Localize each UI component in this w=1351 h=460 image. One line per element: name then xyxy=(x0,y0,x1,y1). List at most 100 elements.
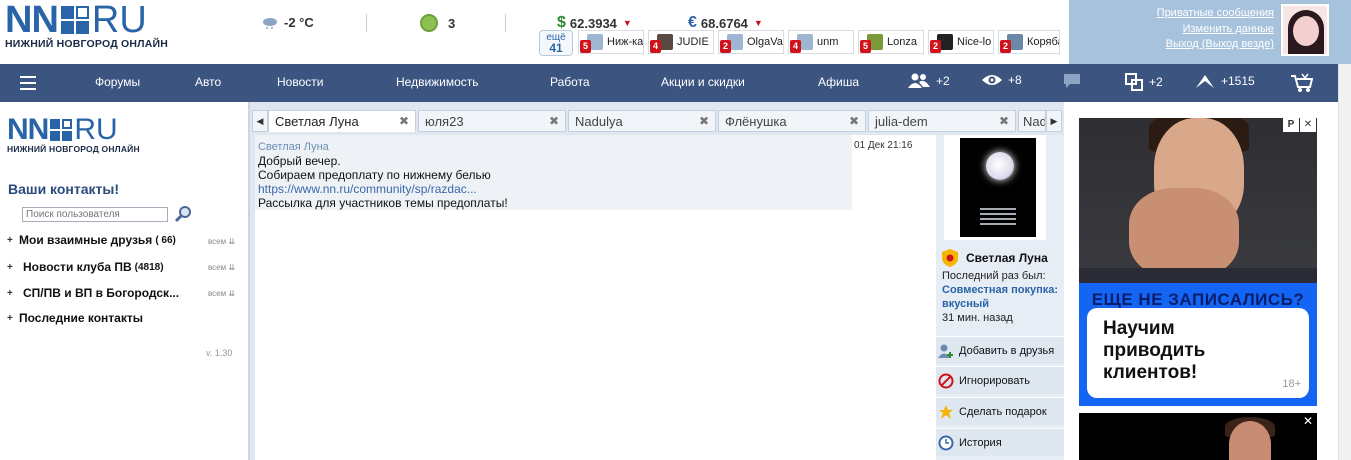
ad-banner[interactable]: ЕЩЕ НЕ ЗАПИСАЛИСЬ? Научим приводить клие… xyxy=(1079,118,1317,406)
tabs-scroll-right[interactable]: ▶ xyxy=(1046,110,1062,132)
chat-tabs: ◀ Светлая Луна ✖ юля23 ✖ Nadulya ✖ Флёнушка… xyxy=(250,110,1064,132)
logo-nn: NN xyxy=(5,0,59,41)
action-label: Сделать подарок xyxy=(959,405,1047,418)
profile-avatar[interactable] xyxy=(944,135,1046,240)
close-icon[interactable]: ✕ xyxy=(1300,118,1316,132)
nav-rating[interactable]: +1515 xyxy=(1195,73,1255,89)
chat-window: ◀ Светлая Луна ✖ юля23 ✖ Nadulya ✖ Флёнушка… xyxy=(250,102,1064,460)
group-label: СП/ПВ и ВП в Богородск... xyxy=(23,286,180,300)
weather-widget[interactable]: -2 °C xyxy=(262,15,314,30)
message-timestamp: 01 Дек 21:16 xyxy=(854,140,913,151)
divider xyxy=(366,14,367,32)
page-scrollbar[interactable] xyxy=(1338,64,1351,460)
message-line: Добрый вечер. xyxy=(258,154,341,168)
more-count: 41 xyxy=(549,41,563,55)
eur-value: 68.6764 xyxy=(700,15,748,31)
close-icon[interactable]: ✖ xyxy=(849,114,859,128)
nav-auto[interactable]: Авто xyxy=(195,75,221,89)
edit-profile-link[interactable]: Изменить данные xyxy=(1157,22,1274,38)
tab-chat[interactable]: Светлая Луна ✖ xyxy=(268,110,416,132)
contact-group[interactable]: + СП/ПВ и ВП в Богородск... xyxy=(7,286,179,300)
user-search-input[interactable] xyxy=(22,207,168,222)
online-user[interactable]: 4 JUDIE xyxy=(648,30,714,54)
add-friend-button[interactable]: Добавить в друзья xyxy=(936,336,1064,364)
age-rating: 18+ xyxy=(1282,378,1301,390)
close-icon[interactable]: ✖ xyxy=(399,114,409,128)
search-icon[interactable] xyxy=(175,205,193,223)
close-icon[interactable]: ✖ xyxy=(549,114,559,128)
contact-group[interactable]: + Новости клуба ПВ (4818) xyxy=(7,260,164,274)
rating-counter: +1515 xyxy=(1221,74,1255,88)
chat-bubble-icon xyxy=(1064,74,1080,88)
tab-chat[interactable]: Флёнушка ✖ xyxy=(718,110,866,132)
user-menu: Приватные сообщения Изменить данные Выхо… xyxy=(1157,6,1274,53)
eye-icon xyxy=(982,75,1002,85)
version-label: v. 1.30 xyxy=(206,348,233,358)
last-seen-label: Последний раз был: xyxy=(942,270,1046,282)
nav-friends[interactable]: +2 xyxy=(908,73,950,89)
ad-banner-2[interactable]: ✕ xyxy=(1079,413,1317,460)
ad-text-line: приводить xyxy=(1103,340,1206,361)
tabs-scroll-left[interactable]: ◀ xyxy=(252,110,268,132)
group-all-toggle[interactable]: всем ⇊ xyxy=(208,237,235,246)
close-icon[interactable]: ✖ xyxy=(699,114,709,128)
expand-icon[interactable]: + xyxy=(7,262,19,273)
ignore-button[interactable]: Игнорировать xyxy=(936,366,1064,394)
profile-name-text: Светлая Луна xyxy=(966,251,1048,265)
nav-jobs[interactable]: Работа xyxy=(550,75,590,89)
message-link[interactable]: https://www.nn.ru/community/sp/razdac... xyxy=(258,182,477,196)
double-chevron-icon: ⇊ xyxy=(228,237,236,246)
online-user[interactable]: 2 Nice-lo xyxy=(928,30,994,54)
nav-news[interactable]: Новости xyxy=(277,75,323,89)
message: Светлая Луна Добрый вечер. Собираем пред… xyxy=(255,135,852,210)
history-button[interactable]: История xyxy=(936,428,1064,456)
tab-chat[interactable]: julia-dem ✖ xyxy=(868,110,1016,132)
private-messages-link[interactable]: Приватные сообщения xyxy=(1157,6,1274,22)
nav-deals[interactable]: Акции и скидки xyxy=(661,75,745,89)
send-gift-button[interactable]: Сделать подарок xyxy=(936,397,1064,425)
rating-up-icon xyxy=(1196,75,1214,88)
online-user-name: Коряба xyxy=(1027,36,1060,48)
expand-icon[interactable]: + xyxy=(7,313,19,324)
nav-forums[interactable]: Форумы xyxy=(95,75,140,89)
contact-group[interactable]: + Мои взаимные друзья ( 66) xyxy=(7,233,176,247)
traffic-widget[interactable]: 3 xyxy=(420,14,455,32)
double-chevron-icon: ⇊ xyxy=(228,263,236,272)
close-icon[interactable]: ✖ xyxy=(999,114,1009,128)
tab-chat[interactable]: Nadulya ✖ xyxy=(568,110,716,132)
menu-icon[interactable] xyxy=(20,76,36,90)
ad-marker[interactable]: Р xyxy=(1283,118,1299,132)
expand-icon[interactable]: + xyxy=(7,235,19,246)
logo-square-icon xyxy=(60,6,89,34)
site-logo[interactable]: NN RU НИЖНИЙ НОВГОРОД ОНЛАЙН xyxy=(5,0,168,50)
contact-group[interactable]: + Последние контакты xyxy=(7,311,143,325)
tab-chat[interactable]: Nad xyxy=(1018,110,1046,132)
group-all-toggle[interactable]: всем ⇊ xyxy=(208,263,235,272)
message-author[interactable]: Светлая Луна xyxy=(258,140,849,154)
logout-link[interactable]: Выход (Выход везде) xyxy=(1157,37,1274,53)
nav-shares[interactable]: +2 xyxy=(1125,73,1163,91)
sidebar-logo[interactable]: NN RU НИЖНИЙ НОВГОРОД ОНЛАЙН xyxy=(7,113,140,154)
online-user[interactable]: 5 Lonza xyxy=(858,30,924,54)
online-user[interactable]: 2 OlgaVa xyxy=(718,30,784,54)
message-count-badge: 5 xyxy=(860,40,871,53)
nav-afisha[interactable]: Афиша xyxy=(818,75,859,89)
online-user-name: OlgaVa xyxy=(747,36,783,48)
last-seen-place-link[interactable]: Совместная покупка: вкусный xyxy=(942,284,1058,310)
online-user[interactable]: 2 Коряба xyxy=(998,30,1060,54)
online-user[interactable]: 4 unm xyxy=(788,30,854,54)
windows-icon xyxy=(1125,73,1143,91)
group-all-toggle[interactable]: всем ⇊ xyxy=(208,289,235,298)
nav-messages[interactable] xyxy=(1063,73,1087,89)
online-user[interactable]: 5 Ниж-ка xyxy=(578,30,644,54)
expand-icon[interactable]: + xyxy=(7,288,19,299)
nav-cart[interactable] xyxy=(1290,73,1320,93)
tab-chat[interactable]: юля23 ✖ xyxy=(418,110,566,132)
nav-views[interactable]: +8 xyxy=(982,73,1022,87)
ad-text-line: клиентов! xyxy=(1103,362,1198,383)
nav-realty[interactable]: Недвижимость xyxy=(396,75,479,89)
block-icon xyxy=(938,373,954,388)
online-more-button[interactable]: ещё 41 xyxy=(539,30,573,56)
user-avatar[interactable] xyxy=(1281,4,1329,56)
close-icon[interactable]: ✕ xyxy=(1303,414,1313,428)
